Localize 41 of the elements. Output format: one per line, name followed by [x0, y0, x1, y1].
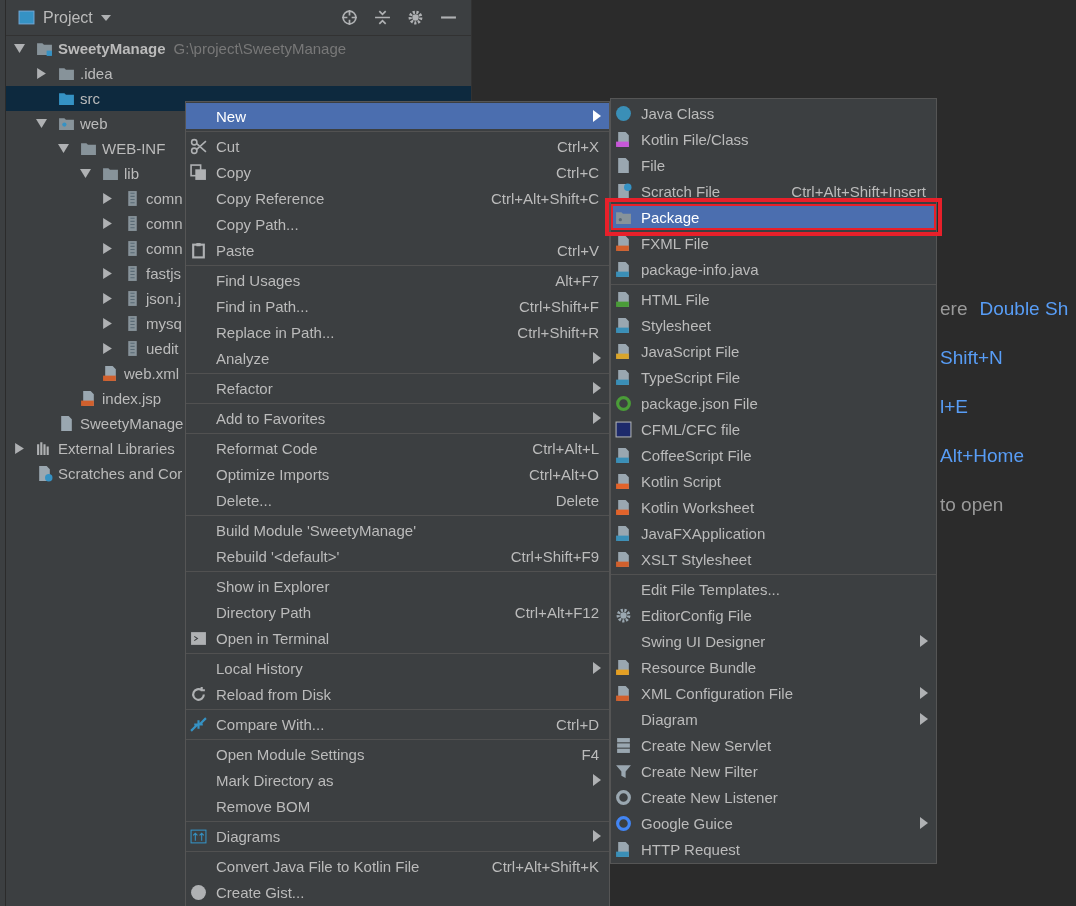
- path-label: G:\project\SweetyManage: [173, 40, 347, 57]
- tree-label: Scratches and Cor: [58, 465, 183, 482]
- tree-label: uedit: [146, 340, 179, 357]
- tree-label: comn: [146, 190, 183, 207]
- shortcut-text: F4: [580, 745, 600, 763]
- shortcut-text: Ctrl+Alt+Shift+C: [490, 189, 600, 207]
- tree-label: SweetyManage: [80, 415, 184, 432]
- shortcut-text: Alt+Home: [940, 445, 1024, 467]
- shortcut-text: Ctrl+C: [555, 163, 600, 181]
- shortcut-text: Ctrl+X: [555, 137, 600, 155]
- shortcut-text: Ctrl+V: [555, 241, 600, 259]
- tree-label: src: [80, 90, 100, 107]
- shortcut-text: Ctrl+Shift+R: [516, 323, 600, 341]
- shortcut-text: Ctrl+Alt+O: [527, 465, 600, 483]
- shortcut-text: Ctrl+D: [555, 715, 600, 733]
- shortcut-text: Ctrl+Shift+F9: [509, 547, 600, 565]
- tree-label: fastjs: [146, 265, 181, 282]
- tree-label: web.xml: [124, 365, 179, 382]
- tree-label: json.j: [146, 290, 182, 307]
- shortcut-text: Ctrl+Shift+F: [517, 297, 600, 315]
- tree-label: lib: [124, 165, 139, 182]
- tree-label: comn: [146, 215, 183, 232]
- hint-text: to open: [940, 494, 1004, 516]
- tree-label: index.jsp: [102, 390, 162, 407]
- tree-label: comn: [146, 240, 183, 257]
- shortcut-text: l+E: [940, 396, 968, 418]
- hint-text: ere: [940, 298, 968, 320]
- shortcut-text: Ctrl+Alt+Shift+Insert: [790, 182, 927, 200]
- tree-label: SweetyManage: [58, 40, 166, 57]
- shortcut-text: Alt+F7: [554, 271, 600, 289]
- shortcut-text: Double Sh: [979, 298, 1069, 320]
- tree-label: web: [80, 115, 108, 132]
- shortcut-text: Ctrl+Alt+L: [531, 439, 600, 457]
- shortcut-text: Ctrl+Alt+Shift+K: [490, 857, 600, 875]
- tree-label: WEB-INF: [102, 140, 166, 157]
- shortcut-text: Delete: [554, 491, 600, 509]
- shortcut-text: Ctrl+Alt+F12: [513, 603, 600, 621]
- tree-label: mysq: [146, 315, 182, 332]
- tree-label: .idea: [80, 65, 113, 82]
- shortcut-text: Shift+N: [940, 347, 1003, 369]
- tree-label: External Libraries: [58, 440, 175, 457]
